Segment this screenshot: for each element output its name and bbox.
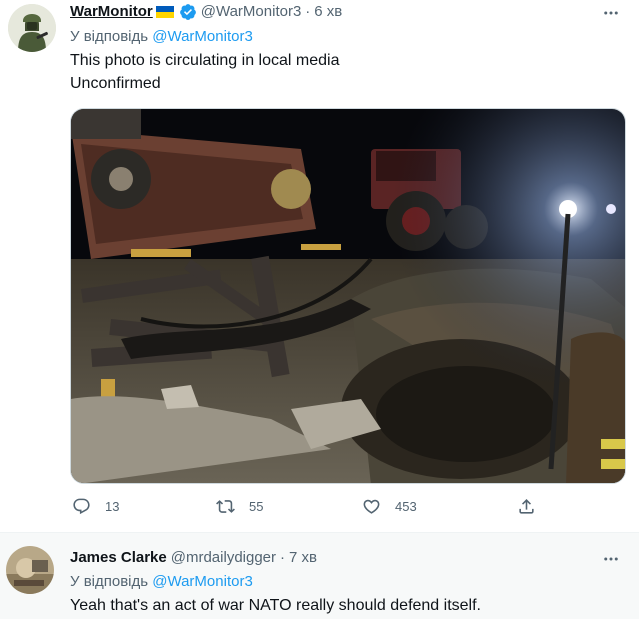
reply-context: У відповідь @WarMonitor3 xyxy=(70,27,253,47)
separator-dot: · xyxy=(305,3,311,20)
reply-target-link[interactable]: @WarMonitor3 xyxy=(152,573,253,590)
reply-count: 13 xyxy=(105,499,120,514)
user-avatar-image xyxy=(6,546,54,594)
reply-prefix: У відповідь xyxy=(70,573,149,590)
share-icon xyxy=(519,499,534,514)
reply-target-link[interactable]: @WarMonitor3 xyxy=(152,28,253,45)
more-icon xyxy=(604,557,618,561)
reply-icon xyxy=(73,498,90,515)
verified-badge-icon xyxy=(179,4,196,20)
more-options-button[interactable] xyxy=(599,3,623,23)
handle[interactable]: @WarMonitor3 xyxy=(201,2,302,22)
tweet-text-line-1: This photo is circulating in local media xyxy=(70,52,340,69)
tweet-photo[interactable] xyxy=(70,108,626,484)
display-name[interactable]: James Clarke xyxy=(70,548,167,568)
tweet-header: WarMonitor @WarMonitor3 · 6 хв xyxy=(70,2,342,22)
retweet-icon xyxy=(216,500,235,513)
more-options-button[interactable] xyxy=(599,549,623,569)
flag-ukraine-icon xyxy=(155,6,174,18)
like-button[interactable]: 453 xyxy=(362,497,417,516)
avatar-james-clarke[interactable] xyxy=(6,546,54,594)
tweet-actions: 13 55 453 xyxy=(70,497,540,519)
separator-dot: · xyxy=(280,549,286,566)
reply-context: У відповідь @WarMonitor3 xyxy=(70,572,253,592)
retweet-count: 55 xyxy=(249,499,264,514)
avatar-warmonitor[interactable] xyxy=(8,4,56,52)
retweet-button[interactable]: 55 xyxy=(216,497,263,516)
timestamp[interactable]: 7 хв xyxy=(289,548,317,568)
tweet-text: Yeah that's an act of war NATO really sh… xyxy=(70,597,481,614)
tweet-text-line-2: Unconfirmed xyxy=(70,75,161,92)
tweet-header: James Clarke @mrdailydigger · 7 хв xyxy=(70,548,317,568)
tweet-james-clarke[interactable]: James Clarke @mrdailydigger · 7 хв У від… xyxy=(0,533,639,619)
tweet-warmonitor[interactable]: WarMonitor @WarMonitor3 · 6 хв У відпові… xyxy=(0,0,639,533)
soldier-avatar-image xyxy=(8,4,56,52)
like-icon xyxy=(363,499,380,514)
reply-prefix: У відповідь xyxy=(70,28,149,45)
more-icon xyxy=(604,11,618,15)
crater-scene-image xyxy=(71,109,625,483)
display-name[interactable]: WarMonitor xyxy=(70,2,153,22)
handle[interactable]: @mrdailydigger xyxy=(171,548,276,568)
share-button[interactable] xyxy=(517,497,536,516)
timestamp[interactable]: 6 хв xyxy=(314,2,342,22)
like-count: 453 xyxy=(395,499,417,514)
reply-button[interactable]: 13 xyxy=(72,497,119,516)
